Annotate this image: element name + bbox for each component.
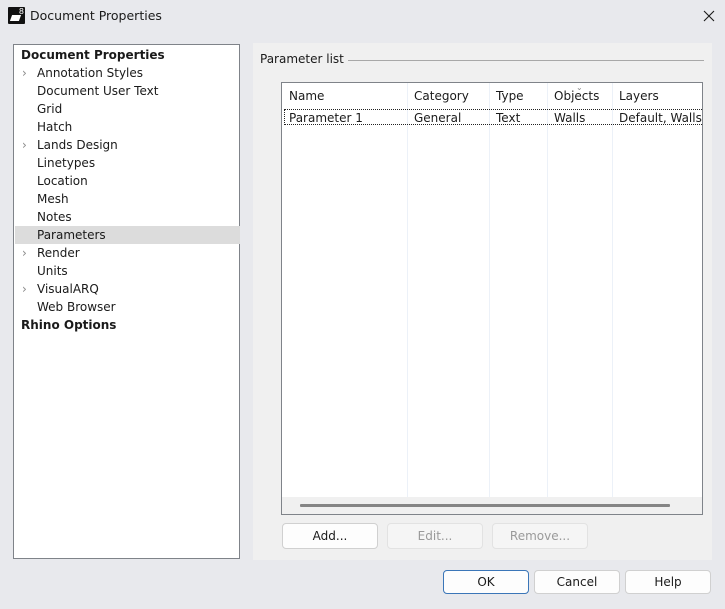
tree-item-document-user-text[interactable]: Document User Text xyxy=(15,82,240,100)
tree-item-rhino-options[interactable]: Rhino Options xyxy=(15,316,240,334)
column-header-objects[interactable]: Objects xyxy=(554,89,599,103)
edit-button[interactable]: Edit... xyxy=(387,523,483,549)
cell-type: Text xyxy=(496,111,521,125)
cell-objects: Walls xyxy=(554,111,586,125)
tree-item-mesh[interactable]: Mesh xyxy=(15,190,240,208)
column-header-layers[interactable]: Layers xyxy=(619,89,659,103)
chevron-right-icon[interactable]: › xyxy=(22,64,27,82)
cell-layers: Default, Walls xyxy=(619,111,702,125)
tree-item-units[interactable]: Units xyxy=(15,262,240,280)
group-divider xyxy=(336,60,704,61)
tree-item-linetypes[interactable]: Linetypes xyxy=(15,154,240,172)
window-title: Document Properties xyxy=(30,8,162,23)
tree-item-web-browser[interactable]: Web Browser xyxy=(15,298,240,316)
parameter-list-table[interactable]: Name Category Type ⌄ Objects Layers Para… xyxy=(281,82,703,515)
column-separator xyxy=(612,83,613,497)
column-header-category[interactable]: Category xyxy=(414,89,469,103)
column-separator xyxy=(407,83,408,497)
chevron-right-icon[interactable]: › xyxy=(22,136,27,154)
app-version-badge: 8 xyxy=(18,7,24,16)
chevron-right-icon[interactable]: › xyxy=(22,244,27,262)
help-button[interactable]: Help xyxy=(625,570,711,594)
cancel-button[interactable]: Cancel xyxy=(534,570,620,594)
rhino-app-icon: 8 xyxy=(8,7,25,24)
column-header-name[interactable]: Name xyxy=(289,89,324,103)
cell-category: General xyxy=(414,111,462,125)
tree-item-lands-design[interactable]: › Lands Design xyxy=(15,136,240,154)
tree-item-visualarq[interactable]: › VisualARQ xyxy=(15,280,240,298)
column-separator xyxy=(547,83,548,497)
ok-button[interactable]: OK xyxy=(443,570,529,594)
chevron-right-icon[interactable]: › xyxy=(22,280,27,298)
tree-item-annotation-styles[interactable]: › Annotation Styles xyxy=(15,64,240,82)
tree-item-render[interactable]: › Render xyxy=(15,244,240,262)
tree-item-location[interactable]: Location xyxy=(15,172,240,190)
tree-item-grid[interactable]: Grid xyxy=(15,100,240,118)
cell-name: Parameter 1 xyxy=(289,111,363,125)
tree-item-notes[interactable]: Notes xyxy=(15,208,240,226)
tree-item-hatch[interactable]: Hatch xyxy=(15,118,240,136)
close-icon xyxy=(703,10,715,22)
horizontal-scrollbar[interactable] xyxy=(282,497,702,514)
tree-item-parameters[interactable]: Parameters xyxy=(15,226,240,244)
tree-item-document-properties[interactable]: Document Properties xyxy=(15,46,240,64)
column-header-type[interactable]: Type xyxy=(496,89,524,103)
properties-tree[interactable]: Document Properties › Annotation Styles … xyxy=(13,44,240,559)
close-button[interactable] xyxy=(698,6,720,26)
add-button[interactable]: Add... xyxy=(282,523,378,549)
parameter-list-label: Parameter list xyxy=(260,52,348,66)
title-bar: 8 Document Properties xyxy=(0,0,725,32)
scrollbar-thumb[interactable] xyxy=(300,504,670,507)
column-separator xyxy=(489,83,490,497)
remove-button[interactable]: Remove... xyxy=(492,523,588,549)
